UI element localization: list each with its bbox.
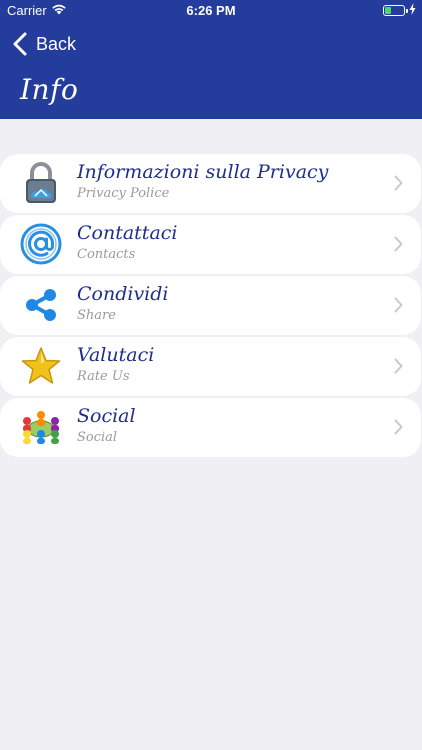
menu-item-title: Informazioni sulla Privacy: [77, 161, 329, 183]
page-title: Info: [20, 73, 79, 106]
menu-item-title: Valutaci: [77, 344, 155, 366]
menu-item-subtitle: Share: [77, 308, 116, 323]
menu-item-title: Condividi: [77, 283, 169, 305]
info-menu-list: Informazioni sulla Privacy Privacy Polic…: [0, 154, 422, 459]
back-button[interactable]: Back: [10, 30, 76, 58]
chevron-right-icon: [394, 358, 403, 374]
menu-item-subtitle: Social: [77, 430, 118, 445]
chevron-right-icon: [394, 297, 403, 313]
back-button-label: Back: [36, 33, 77, 54]
menu-item-contacts[interactable]: Contattaci Contacts: [0, 215, 421, 274]
battery-icon: [383, 5, 408, 16]
at-sign-icon: [19, 222, 63, 266]
people-network-icon: [19, 405, 63, 449]
menu-item-subtitle: Contacts: [77, 247, 136, 262]
menu-item-title: Social: [77, 405, 136, 427]
menu-item-subtitle: Privacy Police: [77, 186, 170, 201]
menu-item-subtitle: Rate Us: [77, 369, 130, 384]
menu-item-rate[interactable]: Valutaci Rate Us: [0, 337, 421, 396]
navigation-header: Carrier 6:26 PM Back Info: [0, 0, 422, 119]
share-icon: [19, 283, 63, 327]
menu-item-share[interactable]: Condividi Share: [0, 276, 421, 335]
padlock-icon: [19, 161, 63, 205]
chevron-left-icon: [13, 32, 27, 56]
chevron-right-icon: [394, 236, 403, 252]
star-icon: [19, 344, 63, 388]
menu-item-title: Contattaci: [77, 222, 178, 244]
clock: 6:26 PM: [186, 3, 236, 18]
menu-item-social[interactable]: Social Social: [0, 398, 421, 457]
chevron-right-icon: [394, 175, 403, 191]
menu-item-privacy[interactable]: Informazioni sulla Privacy Privacy Polic…: [0, 154, 421, 213]
charging-bolt-icon: [409, 3, 416, 18]
status-bar: Carrier 6:26 PM: [0, 0, 422, 22]
chevron-right-icon: [394, 419, 403, 435]
